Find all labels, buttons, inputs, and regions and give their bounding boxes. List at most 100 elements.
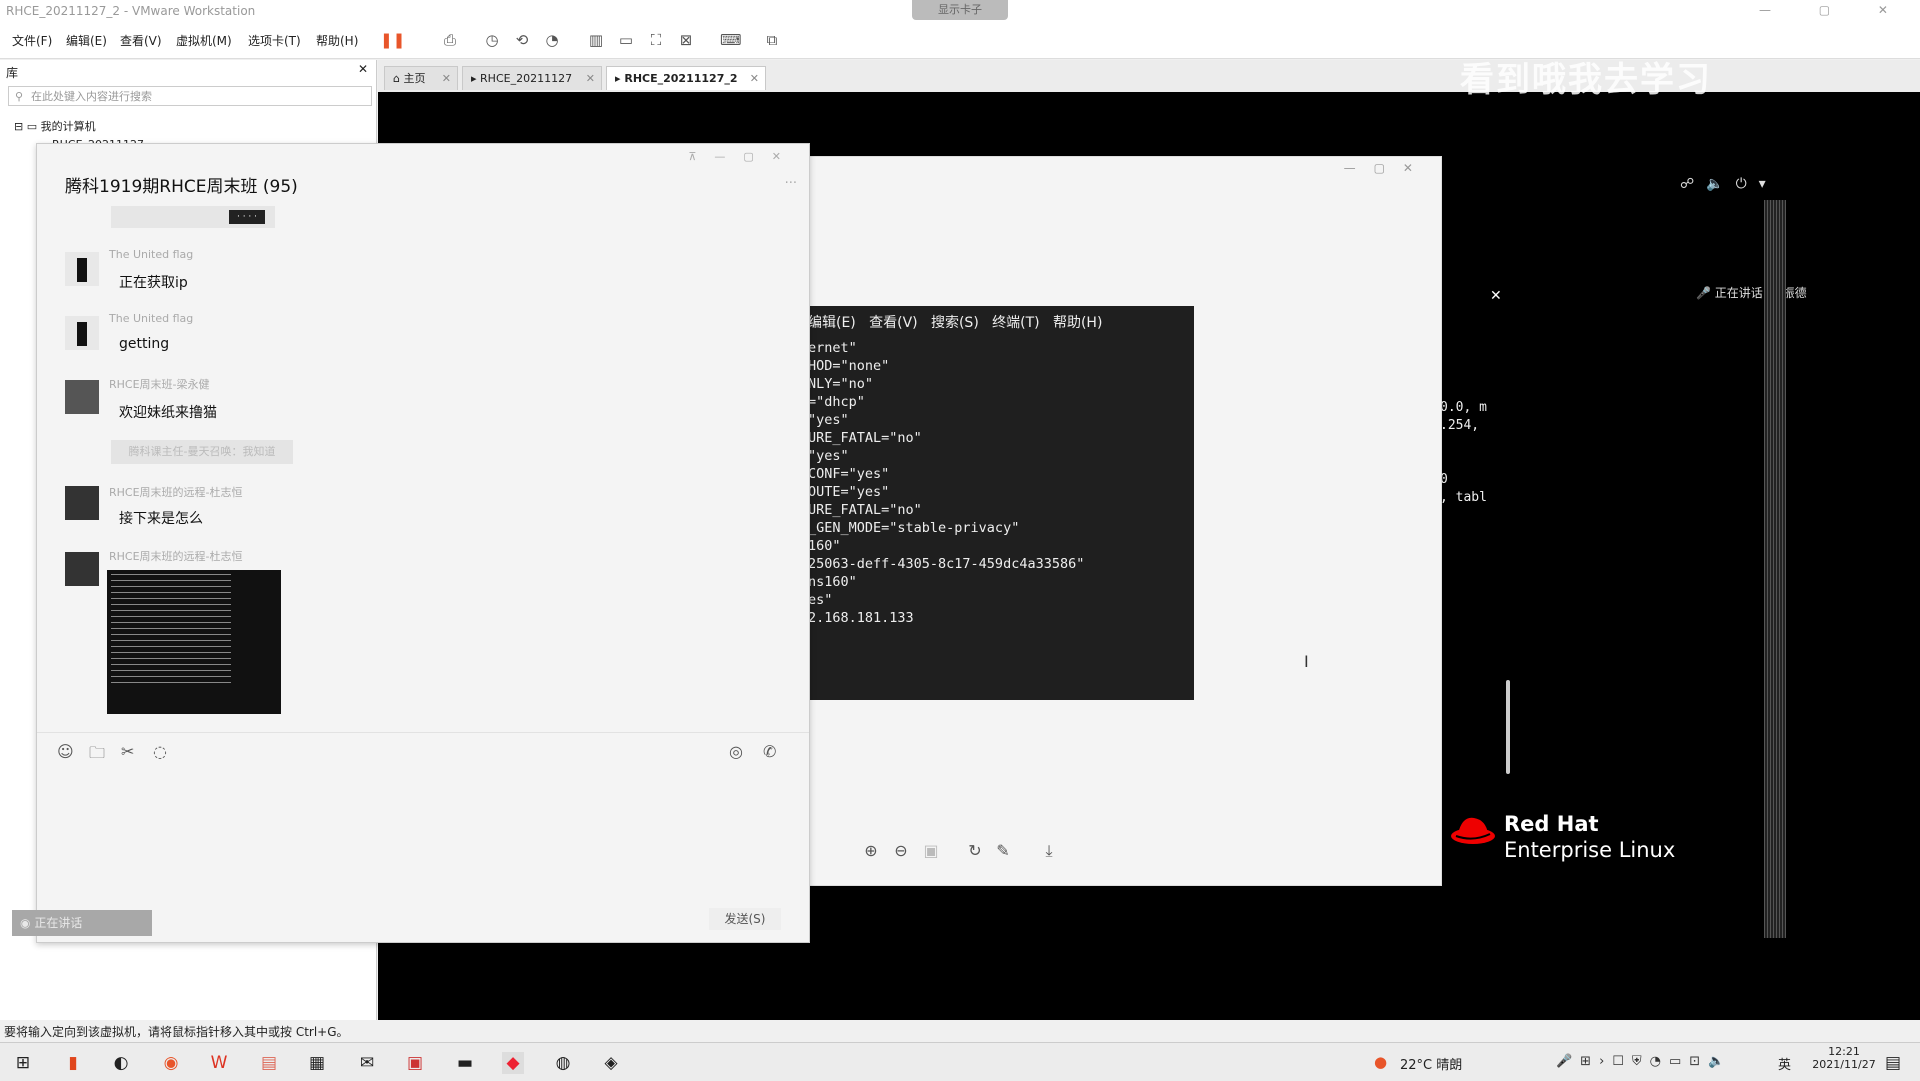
pause-icon[interactable]: ❚❚ <box>380 30 405 50</box>
emoji-icon[interactable]: ☺ <box>57 742 74 761</box>
rotate-icon[interactable]: ↻ <box>966 842 984 860</box>
viewer-window-controls[interactable]: —▢✕ <box>1344 161 1431 175</box>
weather-text: 22°C 晴朗 <box>1400 1058 1463 1073</box>
avatar[interactable] <box>65 316 99 350</box>
rhel-logo: Red Hat Enterprise Linux <box>1450 812 1675 862</box>
message-sender: RHCE周末班的远程-杜志恒 <box>109 486 243 499</box>
terminal-line: URE_FATAL="no" <box>808 502 922 518</box>
scissors-icon[interactable]: ✂ <box>121 742 134 761</box>
message-sender: RHCE周末班-梁永健 <box>109 378 210 391</box>
clock[interactable]: 12:21 2021/11/27 <box>1808 1045 1880 1071</box>
message-text: 接下来是怎么 <box>119 511 203 527</box>
chat-title: 腾科1919期RHCE周末班 (95) <box>65 177 298 197</box>
chrome-icon[interactable]: ◉ <box>160 1052 182 1074</box>
tab-rhce-2[interactable]: ▸ RHCE_20211127_2 ✕ <box>606 66 766 90</box>
search-icon: ⚲ <box>15 90 24 103</box>
revert-snapshot-icon[interactable]: ⟲ <box>512 30 532 50</box>
taskbar: ⊞ ▮ ◐ ◉ W ▤ ▦ ✉ ▣ ▬ ◆ ◍ ◈ ● 22°C 晴朗 🎤⊞›☐… <box>0 1042 1920 1081</box>
terminal-line: ernet" <box>808 340 857 356</box>
weather-icon: ● <box>1374 1053 1388 1071</box>
terminal-line: CONF="yes" <box>808 466 890 482</box>
terminal-line: ns160" <box>808 574 857 590</box>
notification-icon[interactable]: ▤ <box>1882 1052 1904 1074</box>
menu-view[interactable]: 查看(V) <box>120 32 162 49</box>
wps-icon[interactable]: W <box>208 1052 230 1074</box>
zoom-in-icon[interactable]: ⊕ <box>862 842 880 860</box>
edit-icon[interactable]: ✎ <box>994 842 1012 860</box>
ime-indicator[interactable]: 英 <box>1778 1054 1791 1073</box>
globe-icon[interactable]: ◍ <box>552 1052 574 1074</box>
terminal-line: "yes" <box>808 412 849 428</box>
mic-icon: ◉ <box>20 916 31 930</box>
chat-app-icon[interactable]: ✉ <box>356 1052 378 1074</box>
menu-file[interactable]: 文件(F) <box>12 32 52 49</box>
send-keys-icon[interactable]: ⎙ <box>440 30 460 50</box>
terminal-image: 编辑(E) 查看(V) 搜索(S) 终端(T) 帮助(H) ernet" HOD=… <box>808 306 1194 700</box>
message-text: getting <box>119 336 170 352</box>
message-input[interactable] <box>51 760 791 890</box>
send-button[interactable]: 发送(S) <box>709 908 781 930</box>
chat-history-icon[interactable]: ◌ <box>153 742 167 761</box>
window-title: RHCE_20211127_2 - VMware Workstation <box>6 4 256 18</box>
library-header: 库 ✕ <box>6 62 368 80</box>
tab-home[interactable]: ⌂ 主页 ✕ <box>384 66 458 90</box>
slides-icon[interactable]: ▣ <box>404 1052 426 1074</box>
watermark: 看到哦我去学习 <box>1460 60 1712 100</box>
more-options-icon[interactable]: ··· <box>785 176 797 191</box>
title-bar: RHCE_20211127_2 - VMware Workstation 显示卡… <box>0 0 1920 22</box>
terminal-icon[interactable]: ▬ <box>454 1052 476 1074</box>
console-icon[interactable]: ⌨ <box>720 30 742 50</box>
center-badge[interactable]: 显示卡子 <box>912 0 1008 20</box>
thumbnail-icon[interactable]: ▭ <box>616 30 636 50</box>
wechat-icon[interactable]: ◈ <box>600 1052 622 1074</box>
close-icon[interactable]: ✕ <box>358 62 368 76</box>
library-search-input[interactable]: ⚲ 在此处键入内容进行搜索 <box>8 86 372 106</box>
app-icon[interactable]: ▮ <box>62 1052 84 1074</box>
windows-start-icon[interactable]: ⊞ <box>12 1052 34 1074</box>
call-icon[interactable]: ✆ <box>763 742 776 761</box>
avatar[interactable] <box>65 380 99 414</box>
library-toggle-icon[interactable]: ▥ <box>586 30 606 50</box>
voice-call-pill[interactable]: ◉ 正在讲话 <box>12 910 152 936</box>
rhel-tray-icons[interactable]: ☍🔈⏻▾ <box>1680 176 1778 192</box>
system-notice: 腾科课主任-曼天召唤：我知道 <box>111 440 293 464</box>
terminal-line: ="dhcp" <box>808 394 865 410</box>
message-sender: The United flag <box>109 312 194 325</box>
avatar[interactable] <box>65 486 99 520</box>
message-image-thumbnail[interactable] <box>107 570 281 714</box>
terminal-line: 160" <box>808 538 841 554</box>
terminal-line: es" <box>808 592 833 608</box>
terminal-line: NLY="no" <box>808 376 874 392</box>
window-controls[interactable]: — ▢ ✕ <box>1759 3 1910 17</box>
tray-icons[interactable]: 🎤⊞›☐⛨◔▭⊡🔈 <box>1556 1054 1732 1069</box>
edge-icon[interactable]: ◐ <box>110 1052 132 1074</box>
tab-rhce-1[interactable]: ▸ RHCE_20211127 ✕ <box>462 66 602 90</box>
qq-icon[interactable]: ◆ <box>502 1052 524 1074</box>
unity-icon[interactable]: ⊠ <box>676 30 696 50</box>
zoom-out-icon[interactable]: ⊖ <box>892 842 910 860</box>
fit-icon[interactable]: ▣ <box>922 842 940 860</box>
menu-vm[interactable]: 虚拟机(M) <box>176 32 232 49</box>
snapshot-icon[interactable]: ◷ <box>482 30 502 50</box>
scrollbar[interactable] <box>1764 200 1786 938</box>
chat-window-controls[interactable]: ⊼—▢✕ <box>688 150 799 163</box>
menu-tabs[interactable]: 选项卡(T) <box>248 32 301 49</box>
view-options-icon[interactable]: ⧉ <box>762 30 782 50</box>
menu-edit[interactable]: 编辑(E) <box>66 32 107 49</box>
menu-help[interactable]: 帮助(H) <box>316 32 358 49</box>
close-icon[interactable]: ✕ <box>1490 288 1502 304</box>
photos-icon[interactable]: ▦ <box>306 1052 328 1074</box>
avatar[interactable] <box>65 252 99 286</box>
avatar[interactable] <box>65 552 99 586</box>
message-text: 欢迎妹纸来撸猫 <box>119 405 217 421</box>
message-sender: RHCE周末班的远程-杜志恒 <box>109 550 243 563</box>
terminal-line: OUTE="yes" <box>808 484 890 500</box>
live-icon[interactable]: ◎ <box>729 742 743 761</box>
download-icon[interactable]: ⤓ <box>1040 842 1058 860</box>
speaking-indicator: 🎤 正在讲话: 孙振德 <box>1696 286 1807 300</box>
tree-root[interactable]: ⊟ ▭ 我的计算机 <box>14 118 96 134</box>
files-icon[interactable]: ▤ <box>258 1052 280 1074</box>
terminal-line: 2.168.181.133 <box>808 610 914 626</box>
fullscreen-icon[interactable]: ⛶ <box>646 30 666 50</box>
snapshot-manager-icon[interactable]: ◔ <box>542 30 562 50</box>
